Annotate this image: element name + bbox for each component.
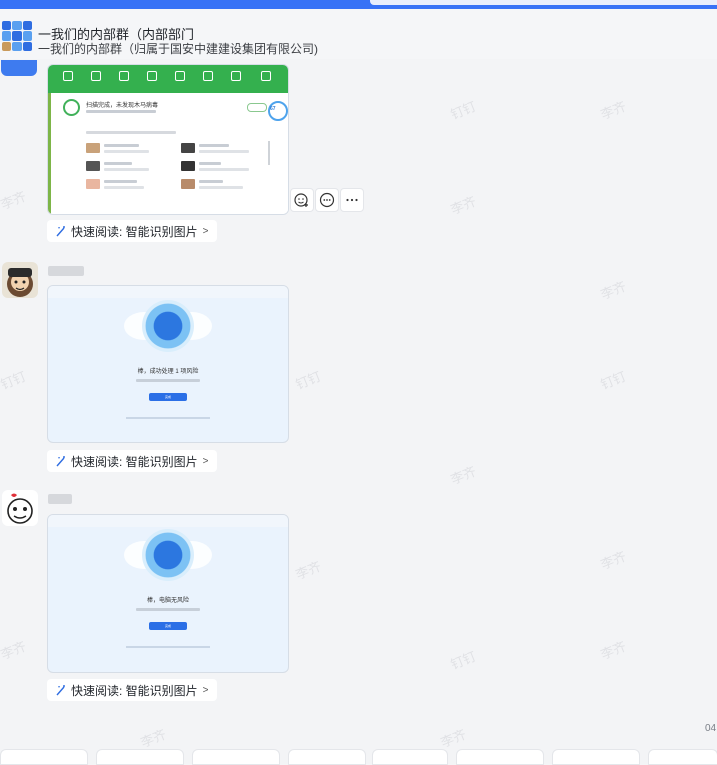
magic-wand-icon — [56, 456, 65, 467]
chat-header: 一我们的内部群（内部部门 一我们的内部群（归属于国安中建建设集团有限公司) — [0, 9, 717, 59]
quick-action-chip[interactable] — [456, 749, 544, 765]
watermark-text: 李齐 — [138, 726, 169, 751]
chevron-right-icon: > — [202, 455, 209, 467]
security-app-toolbar — [48, 65, 288, 93]
watermark-text: 李齐 — [0, 188, 29, 213]
add-reaction-button[interactable] — [290, 188, 314, 212]
quick-action-chip[interactable] — [96, 749, 184, 765]
done-button: 完成 — [149, 393, 187, 401]
chevron-right-icon: > — [202, 225, 209, 237]
sender-name-redacted — [48, 266, 84, 276]
watermark-text: 李齐 — [448, 463, 479, 488]
avatar-illustration — [7, 493, 33, 524]
watermark-text: 钉钉 — [293, 368, 324, 393]
watermark-text: 钉钉 — [448, 648, 479, 673]
quick-read-button[interactable]: 快速阅读: 智能识别图片 > — [47, 220, 217, 242]
quick-read-label: 快速阅读: 智能识别图片 — [71, 454, 198, 469]
quick-read-button[interactable]: 快速阅读: 智能识别图片 > — [47, 679, 217, 701]
more-icon — [346, 198, 358, 202]
watermark-text: 钉钉 — [598, 368, 629, 393]
group-avatar[interactable] — [2, 21, 32, 51]
image-message[interactable]: 棒，电脑无风险 完成 — [47, 514, 289, 673]
top-bar — [0, 0, 717, 9]
watermark-text: 李齐 — [438, 726, 469, 751]
result-headline: 棒，电脑无风险 — [146, 598, 189, 604]
shield-icon — [142, 300, 194, 352]
magic-wand-icon — [56, 226, 65, 237]
comment-icon — [319, 192, 335, 208]
image-message[interactable]: 扫描完成，未发现木马病毒 67 — [47, 64, 289, 215]
quick-action-chip[interactable] — [372, 749, 448, 765]
watermark-text: 李齐 — [293, 558, 324, 583]
avatar[interactable] — [1, 60, 37, 76]
avatar-illustration — [7, 268, 33, 297]
reply-button[interactable] — [315, 188, 339, 212]
watermark-text: 李齐 — [598, 278, 629, 303]
quick-action-chip[interactable] — [648, 749, 717, 765]
chevron-right-icon: > — [202, 684, 209, 696]
more-button[interactable] — [340, 188, 364, 212]
watermark-text: 李齐 — [0, 638, 29, 663]
chat-subtitle: 一我们的内部群（归属于国安中建建设集团有限公司) — [38, 42, 318, 56]
image-message[interactable]: 棒，成功处理 1 项风险 完成 — [47, 285, 289, 443]
quick-read-label: 快速阅读: 智能识别图片 — [71, 683, 198, 698]
emoji-plus-icon — [294, 193, 308, 207]
watermark-text: 李齐 — [448, 193, 479, 218]
security-app-titlebar — [48, 515, 288, 527]
check-icon — [63, 99, 80, 116]
message-timestamp: 04 — [705, 723, 717, 734]
quick-action-chip[interactable] — [192, 749, 280, 765]
sender-name-redacted — [48, 494, 72, 504]
watermark-text: 钉钉 — [0, 368, 29, 393]
watermark-text: 李齐 — [598, 98, 629, 123]
quick-read-label: 快速阅读: 智能识别图片 — [71, 224, 198, 239]
result-headline: 棒，成功处理 1 项风险 — [137, 369, 199, 375]
watermark-text: 李齐 — [598, 638, 629, 663]
scan-headline: 扫描完成，未发现木马病毒 — [86, 103, 159, 109]
avatar[interactable] — [2, 262, 38, 298]
security-app-titlebar — [48, 286, 288, 298]
magic-wand-icon — [56, 685, 65, 696]
shield-icon — [142, 529, 194, 581]
score-value: 67 — [270, 106, 276, 112]
search-field[interactable] — [370, 0, 717, 5]
watermark-text: 钉钉 — [448, 98, 479, 123]
message-actions — [290, 188, 364, 212]
done-button: 完成 — [149, 622, 187, 630]
quick-action-chip[interactable] — [552, 749, 640, 765]
quick-action-chip[interactable] — [0, 749, 88, 765]
quick-action-chip[interactable] — [288, 749, 366, 765]
quick-read-button[interactable]: 快速阅读: 智能识别图片 > — [47, 450, 217, 472]
watermark-text: 李齐 — [598, 548, 629, 573]
avatar[interactable] — [2, 490, 38, 526]
